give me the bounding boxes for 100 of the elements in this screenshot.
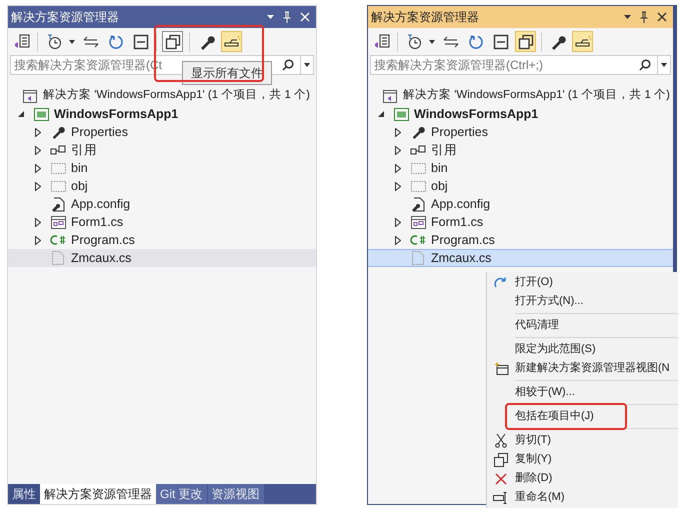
wrench-icon <box>550 34 566 50</box>
preview-button[interactable] <box>221 31 242 52</box>
expanded-arrow-icon[interactable] <box>18 111 24 117</box>
collapse-icon <box>132 34 148 50</box>
collapsed-arrow-icon[interactable] <box>35 218 41 226</box>
tree-item[interactable]: Zmcaux.cs <box>368 249 673 267</box>
tree-item[interactable]: bin <box>368 159 673 177</box>
tree-item[interactable]: Properties <box>8 123 316 141</box>
collapsed-arrow-icon[interactable] <box>35 236 41 244</box>
tree-item[interactable]: Zmcaux.cs <box>8 249 316 267</box>
collapsed-arrow-icon[interactable] <box>35 182 41 190</box>
refresh-icon <box>108 34 124 50</box>
tree-item[interactable]: Form1.cs <box>368 213 673 231</box>
csharp-icon <box>50 234 66 246</box>
collapsed-arrow-icon[interactable] <box>395 236 401 244</box>
csharp-project-icon <box>34 108 48 120</box>
bottom-tab[interactable]: 属性 <box>8 484 40 504</box>
collapsed-arrow-icon[interactable] <box>395 182 401 190</box>
menu-item[interactable]: 剪切(T) <box>487 431 678 450</box>
show-all-files-button[interactable] <box>515 31 536 52</box>
document-icon <box>374 34 390 50</box>
panel-title: 解决方案资源管理器 <box>11 9 120 26</box>
collapsed-arrow-icon[interactable] <box>35 128 41 136</box>
panel-title: 解决方案资源管理器 <box>371 9 480 26</box>
folder-icon <box>410 162 426 174</box>
tree-item[interactable]: Program.cs <box>8 231 316 249</box>
tree-item[interactable]: Form1.cs <box>8 213 316 231</box>
solution-icon <box>383 90 397 102</box>
tree-item[interactable]: Properties <box>368 123 673 141</box>
caret-icon <box>69 40 75 44</box>
caret-icon <box>429 40 435 44</box>
show-all-files-button[interactable] <box>162 31 183 52</box>
menu-item[interactable]: 包括在项目中(J) <box>487 407 678 426</box>
menu-item[interactable]: 新建解决方案资源管理器视图(N <box>487 359 678 378</box>
collapsed-arrow-icon[interactable] <box>395 146 401 154</box>
dropdown-icon[interactable] <box>624 15 631 19</box>
collapsed-arrow-icon[interactable] <box>35 164 41 172</box>
copy-pages-icon <box>164 34 180 50</box>
expanded-arrow-icon[interactable] <box>378 111 384 117</box>
tree-item[interactable]: 引用 <box>368 141 673 159</box>
bottom-tab[interactable]: Git 更改 <box>156 484 208 504</box>
wrench-icon <box>51 125 65 139</box>
bottom-tab[interactable]: 解决方案资源管理器 <box>40 484 156 504</box>
menu-item[interactable]: 相较于(W)... <box>487 383 678 402</box>
wrench-icon <box>198 34 214 50</box>
menu-item[interactable]: 限定为此范围(S) <box>487 340 678 359</box>
tooltip: 显示所有文件 <box>182 61 272 85</box>
scissors-icon <box>495 433 507 448</box>
rename-icon <box>493 492 509 504</box>
new-window-icon <box>494 362 508 375</box>
form-icon <box>50 216 66 228</box>
menu-item[interactable]: 删除(D) <box>487 469 678 488</box>
wrench-icon <box>411 125 425 139</box>
sync-arrows-icon <box>82 36 98 48</box>
collapsed-arrow-icon[interactable] <box>35 146 41 154</box>
solution-icon <box>23 90 37 102</box>
config-file-icon <box>51 196 65 212</box>
collapsed-arrow-icon[interactable] <box>395 128 401 136</box>
dropdown-icon[interactable] <box>267 15 274 19</box>
menu-item[interactable]: 打开(O) <box>487 273 678 292</box>
menu-item[interactable]: 代码清理 <box>487 316 678 335</box>
form-icon <box>410 216 426 228</box>
bottom-tab[interactable]: 资源视图 <box>208 484 265 504</box>
menu-item[interactable]: 打开方式(N)... <box>487 292 678 311</box>
preview-button[interactable] <box>572 31 593 52</box>
search-options-button[interactable] <box>657 55 671 75</box>
copy-icon <box>494 452 508 466</box>
tree-item[interactable]: WindowsFormsApp1 <box>368 105 673 123</box>
menu-item[interactable]: 复制(Y) <box>487 450 678 469</box>
file-icon <box>412 251 424 265</box>
search-icon <box>639 59 651 71</box>
tree-item[interactable]: 解决方案 'WindowsFormsApp1' (1 个项目，共 1 个) <box>8 87 316 105</box>
copy-pages-icon <box>518 34 534 50</box>
refresh-icon <box>468 34 484 50</box>
menu-item[interactable]: 重命名(M) <box>487 488 678 507</box>
tree-item[interactable]: obj <box>8 177 316 195</box>
references-icon <box>410 144 426 156</box>
tree-item[interactable]: Program.cs <box>368 231 673 249</box>
search-field[interactable]: 搜索解决方案资源管理器(Ctrl+;) <box>370 55 635 75</box>
folder-icon <box>50 162 66 174</box>
tree-item[interactable]: 解决方案 'WindowsFormsApp1' (1 个项目，共 1 个) <box>368 87 673 105</box>
tree-item[interactable]: obj <box>368 177 673 195</box>
collapse-icon <box>492 34 508 50</box>
caret-icon <box>304 63 310 67</box>
preview-icon <box>224 36 240 48</box>
tree-item[interactable]: WindowsFormsApp1 <box>8 105 316 123</box>
search-options-button[interactable] <box>300 55 314 75</box>
close-icon[interactable] <box>657 12 667 22</box>
search-button[interactable] <box>635 55 657 75</box>
collapsed-arrow-icon[interactable] <box>395 164 401 172</box>
sync-arrows-icon <box>442 36 458 48</box>
tree-item[interactable]: App.config <box>8 195 316 213</box>
tree-item[interactable]: App.config <box>368 195 673 213</box>
tree-item[interactable]: bin <box>8 159 316 177</box>
search-icon <box>282 59 294 71</box>
search-button[interactable] <box>278 55 300 75</box>
collapsed-arrow-icon[interactable] <box>395 218 401 226</box>
pin-icon[interactable] <box>640 11 648 23</box>
csharp-icon <box>410 234 426 246</box>
tree-item[interactable]: 引用 <box>8 141 316 159</box>
